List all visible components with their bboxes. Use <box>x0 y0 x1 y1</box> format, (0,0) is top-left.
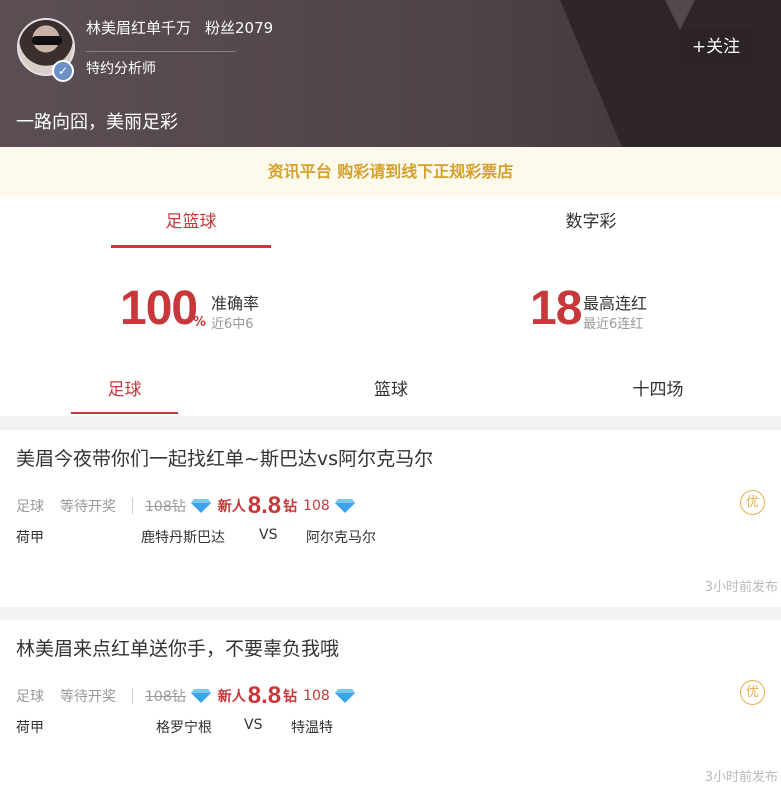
original-price: 108钻 <box>145 499 186 515</box>
subtab-fourteen-matches[interactable]: 十四场 <box>608 366 708 414</box>
article-sport: 足球 <box>16 499 44 515</box>
accuracy-label: 准确率 <box>211 294 260 313</box>
accuracy-unit: % <box>193 315 207 330</box>
streak-sub: 最近6连红 <box>583 317 644 332</box>
subtab-label: 十四场 <box>632 380 684 400</box>
check-icon: ✓ <box>52 60 74 82</box>
match-league: 荷甲 <box>16 530 44 546</box>
subtab-label: 篮球 <box>374 380 408 400</box>
tab-football-basketball[interactable]: 足篮球 <box>111 196 271 248</box>
diamond-icon <box>334 689 355 703</box>
streak-value: 18 <box>530 282 582 335</box>
price-count: 108 <box>303 498 330 514</box>
newbie-label: 新人 <box>217 499 246 515</box>
notice-bar: 资讯平台 购彩请到线下正规彩票店 <box>0 147 781 196</box>
name-divider <box>86 51 236 52</box>
header-decoration <box>560 0 781 147</box>
fans-count: 粉丝2079 <box>205 19 274 37</box>
follow-button[interactable]: +关注 <box>679 29 753 65</box>
streak-label: 最高连红 <box>583 294 648 313</box>
premium-badge: 优 <box>740 680 765 705</box>
active-subtab-underline <box>71 412 178 414</box>
price-unit: 钻 <box>283 689 298 705</box>
tab-digital-lottery[interactable]: 数字彩 <box>511 196 671 248</box>
premium-badge: 优 <box>740 490 765 515</box>
subtab-football[interactable]: 足球 <box>71 366 178 414</box>
profile-name-line: 林美眉红单千万 粉丝2079 <box>86 17 273 38</box>
subtab-label: 足球 <box>107 380 142 400</box>
vs-label: VS <box>244 717 263 733</box>
price-unit: 钻 <box>283 499 298 515</box>
tab-label: 数字彩 <box>565 212 617 232</box>
article-sport: 足球 <box>16 689 44 705</box>
profile-header: ✓ 林美眉红单千万 粉丝2079 特约分析师 +关注 一路向囧，美丽足彩 <box>0 0 781 147</box>
discount-price: 8.8 <box>247 492 282 519</box>
away-team: 阿尔克马尔 <box>306 530 376 546</box>
profile-motto: 一路向囧，美丽足彩 <box>16 112 178 133</box>
section-gap <box>0 416 781 430</box>
publish-time: 3小时前发布 <box>704 580 778 595</box>
active-tab-underline <box>111 245 271 248</box>
article-title[interactable]: 美眉今夜带你们一起找红单~斯巴达vs阿尔克马尔 <box>16 444 433 471</box>
diamond-icon <box>334 499 355 513</box>
article-status: 等待开奖 <box>60 689 116 705</box>
profile-name: 林美眉红单千万 <box>86 19 192 37</box>
price-count: 108 <box>303 688 330 704</box>
discount-price: 8.8 <box>247 682 282 709</box>
article-meta-row: 足球 等待开奖 108钻 新人 8.8 钻 108 <box>16 492 356 519</box>
meta-divider <box>132 688 133 704</box>
vs-label: VS <box>259 527 278 543</box>
article-meta-row: 足球 等待开奖 108钻 新人 8.8 钻 108 <box>16 682 356 709</box>
profile-role: 特约分析师 <box>86 61 156 77</box>
diamond-icon <box>190 499 211 513</box>
match-league: 荷甲 <box>16 720 44 736</box>
diamond-icon <box>190 689 211 703</box>
article-card[interactable]: 林美眉来点红单送你手，不要辜负我哦 足球 等待开奖 108钻 新人 8.8 钻 … <box>0 620 781 796</box>
tab-label: 足篮球 <box>165 212 217 232</box>
meta-divider <box>132 498 133 514</box>
original-price: 108钻 <box>145 689 186 705</box>
article-title[interactable]: 林美眉来点红单送你手，不要辜负我哦 <box>16 634 339 661</box>
section-gap <box>0 607 781 620</box>
away-team: 特温特 <box>291 720 333 736</box>
accuracy-sub: 近6中6 <box>211 317 254 332</box>
home-team: 鹿特丹斯巴达 <box>141 530 225 546</box>
accuracy-value: 100 <box>120 282 198 335</box>
article-status: 等待开奖 <box>60 499 116 515</box>
publish-time: 3小时前发布 <box>704 770 778 785</box>
avatar-glasses <box>32 36 62 45</box>
article-card[interactable]: 美眉今夜带你们一起找红单~斯巴达vs阿尔克马尔 足球 等待开奖 108钻 新人 … <box>0 430 781 607</box>
newbie-label: 新人 <box>217 689 246 705</box>
subtab-basketball[interactable]: 篮球 <box>341 366 441 414</box>
home-team: 格罗宁根 <box>156 720 212 736</box>
